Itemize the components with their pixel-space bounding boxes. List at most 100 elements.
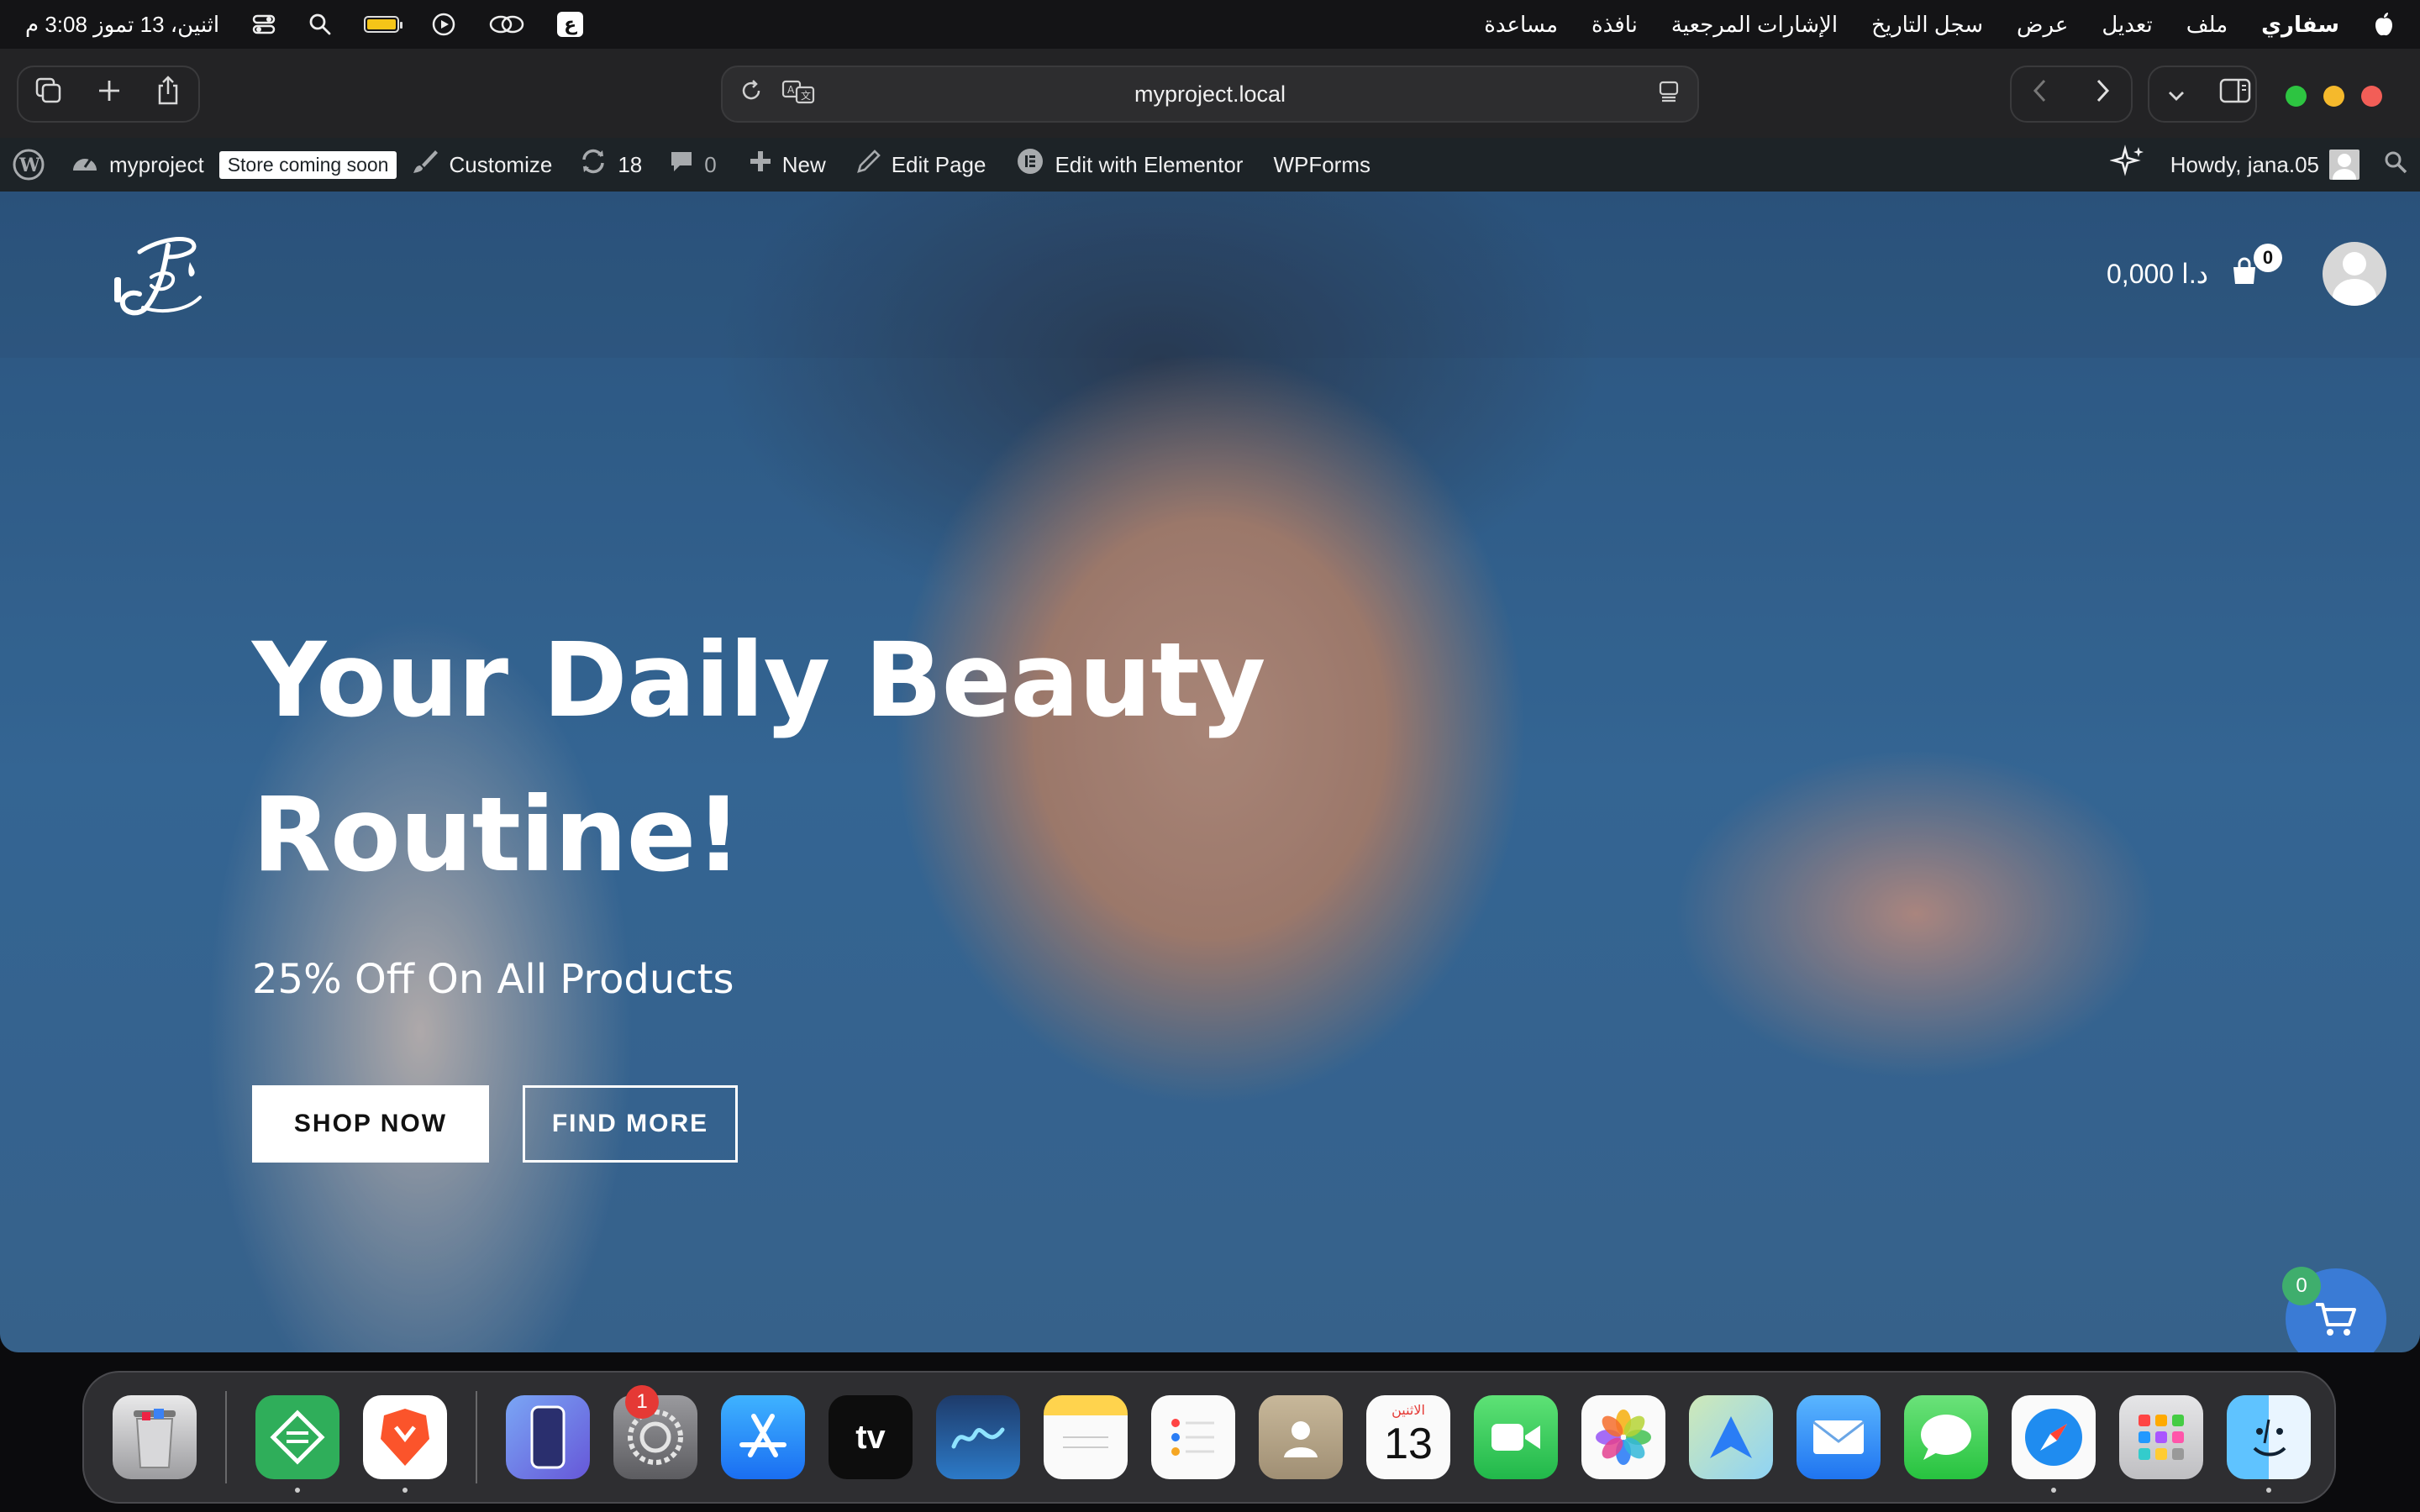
- forward-chevron-icon[interactable]: [2092, 76, 2112, 112]
- calendar-weekday: الاثنين: [1392, 1404, 1425, 1418]
- comments-link[interactable]: 0: [669, 149, 717, 181]
- svg-text:W: W: [18, 155, 40, 176]
- site-logo-icon[interactable]: [109, 227, 207, 324]
- dock-reminders-icon[interactable]: [1151, 1395, 1235, 1479]
- user-account-avatar[interactable]: [2323, 242, 2386, 306]
- find-more-button[interactable]: FIND MORE: [523, 1085, 738, 1163]
- address-left-icons: A文: [739, 79, 815, 110]
- floating-cart-count: 0: [2282, 1267, 2321, 1305]
- wpforms-link[interactable]: WPForms: [1273, 152, 1370, 178]
- website-page: 0,000 د.ا 0 Your Daily Beauty Routine! 2…: [0, 192, 2420, 1352]
- menubar-status-area: اثنين، 13 تموز 3:08 م ع: [25, 12, 584, 38]
- new-content-menu[interactable]: New: [749, 150, 826, 180]
- cart-icon: [2316, 1303, 2356, 1336]
- dock-facetime-icon[interactable]: [1474, 1395, 1558, 1479]
- admin-bar-right: Howdy, jana.05: [2108, 144, 2408, 186]
- menu-view[interactable]: عرض: [2017, 12, 2068, 38]
- edit-with-elementor-link[interactable]: Edit with Elementor: [1016, 147, 1243, 182]
- wordpress-logo-icon[interactable]: W: [12, 148, 45, 181]
- dock-brave-browser-icon[interactable]: [363, 1395, 447, 1493]
- reader-view-icon[interactable]: [1657, 80, 1681, 109]
- customize-link[interactable]: Customize: [412, 148, 552, 181]
- paintbrush-icon: [412, 148, 439, 181]
- desktop: اثنين، 13 تموز 3:08 م ع سفاري ملف تعديل: [0, 0, 2420, 1512]
- menu-history[interactable]: سجل التاريخ: [1871, 12, 1983, 38]
- menu-edit[interactable]: تعديل: [2102, 12, 2152, 38]
- edit-elementor-label: Edit with Elementor: [1055, 151, 1244, 177]
- screen-mirroring-icon[interactable]: [488, 12, 525, 37]
- translate-icon[interactable]: A文: [781, 79, 815, 110]
- battery-icon[interactable]: [364, 16, 403, 33]
- updates-link[interactable]: 18: [579, 148, 642, 181]
- input-language-badge[interactable]: ع: [557, 12, 584, 37]
- shopping-bag-icon[interactable]: 0: [2230, 244, 2282, 291]
- dock-apple-tv-icon[interactable]: tv: [829, 1395, 913, 1479]
- wpforms-label: WPForms: [1273, 151, 1370, 177]
- dock-finder-icon[interactable]: [2227, 1395, 2311, 1493]
- control-center-icon[interactable]: [251, 12, 276, 37]
- admin-search-icon[interactable]: [2383, 150, 2408, 181]
- dock-mail-icon[interactable]: [1797, 1395, 1881, 1479]
- menu-help[interactable]: مساعدة: [1484, 12, 1558, 38]
- menu-bookmarks[interactable]: الإشارات المرجعية: [1671, 12, 1838, 38]
- close-window-button[interactable]: [2361, 86, 2382, 107]
- now-playing-icon[interactable]: [431, 12, 456, 37]
- menu-app-name[interactable]: سفاري: [2261, 12, 2339, 38]
- dashboard-gauge-icon: [71, 149, 99, 181]
- edit-page-link[interactable]: Edit Page: [856, 149, 986, 181]
- dock-app-store-icon[interactable]: [721, 1395, 805, 1479]
- tab-group-chevron-down-icon[interactable]: [2166, 76, 2186, 112]
- menu-window[interactable]: نافذة: [1591, 12, 1638, 38]
- minimize-window-button[interactable]: [2323, 86, 2344, 107]
- tab-overview-icon[interactable]: [34, 76, 64, 113]
- menu-file[interactable]: ملف: [2186, 12, 2228, 38]
- dock-messages-icon[interactable]: [1904, 1395, 1988, 1479]
- store-coming-soon-badge[interactable]: Store coming soon: [218, 150, 397, 179]
- site-name-menu[interactable]: myproject: [71, 149, 204, 181]
- calendar-day-number: 13: [1384, 1420, 1433, 1468]
- dock-trash-icon[interactable]: [113, 1395, 197, 1479]
- reload-icon[interactable]: [739, 79, 763, 110]
- cart-total-price[interactable]: 0,000 د.ا: [2107, 258, 2208, 290]
- menubar-datetime[interactable]: اثنين، 13 تموز 3:08 م: [25, 12, 219, 38]
- svg-text:A: A: [787, 84, 795, 96]
- zoom-window-button[interactable]: [2286, 86, 2307, 107]
- hero-title-line-2: Routine!: [252, 775, 742, 895]
- wp-admin-bar: W myproject Store coming soon Customize: [0, 138, 2420, 192]
- macos-dock: 1 tv الاثنين 13: [82, 1371, 2336, 1504]
- howdy-label: Howdy, jana.05: [2170, 151, 2319, 177]
- updates-count: 18: [618, 151, 643, 177]
- new-tab-icon[interactable]: [96, 76, 123, 112]
- shop-now-button[interactable]: SHOP NOW: [252, 1085, 489, 1163]
- dock-system-settings-icon[interactable]: 1: [613, 1385, 697, 1479]
- sidebar-toggle-icon[interactable]: [2218, 76, 2252, 112]
- dock-contacts-icon[interactable]: [1259, 1395, 1343, 1479]
- dock-local-app-icon[interactable]: [255, 1395, 339, 1493]
- dock-freeform-icon[interactable]: [936, 1395, 1020, 1479]
- header-cart-area: 0,000 د.ا 0: [2107, 242, 2386, 306]
- dock-safari-icon[interactable]: [2012, 1395, 2096, 1493]
- menubar-menus: سفاري ملف تعديل عرض سجل التاريخ الإشارات…: [1484, 12, 2395, 38]
- elementor-icon: [1016, 147, 1044, 182]
- spotlight-search-icon[interactable]: [308, 13, 332, 36]
- back-chevron-icon[interactable]: [2030, 76, 2050, 112]
- dock-calendar-icon[interactable]: الاثنين 13: [1366, 1395, 1450, 1479]
- dock-photos-icon[interactable]: [1581, 1395, 1665, 1479]
- ai-sparkle-icon[interactable]: [2108, 144, 2147, 186]
- share-icon[interactable]: [155, 75, 182, 113]
- toolbar-right-group: [2148, 66, 2257, 123]
- hero-title: Your Daily Beauty Routine!: [252, 603, 1344, 912]
- customize-label: Customize: [449, 151, 553, 177]
- address-bar[interactable]: A文 myproject.local: [721, 66, 1699, 123]
- dock-maps-icon[interactable]: [1689, 1395, 1773, 1479]
- site-header: 0,000 د.ا 0: [0, 192, 2420, 358]
- my-account-menu[interactable]: Howdy, jana.05: [2170, 150, 2360, 180]
- dock-launchpad-icon[interactable]: [2119, 1395, 2203, 1479]
- apple-logo-icon[interactable]: [2373, 12, 2395, 37]
- url-text[interactable]: myproject.local: [1134, 81, 1286, 108]
- dock-notes-icon[interactable]: [1044, 1395, 1128, 1479]
- account-avatar: [2329, 150, 2360, 180]
- svg-text:文: 文: [801, 89, 811, 102]
- dock-iphone-mirroring-icon[interactable]: [506, 1395, 590, 1479]
- admin-bar-left: W myproject Store coming soon Customize: [12, 147, 1370, 182]
